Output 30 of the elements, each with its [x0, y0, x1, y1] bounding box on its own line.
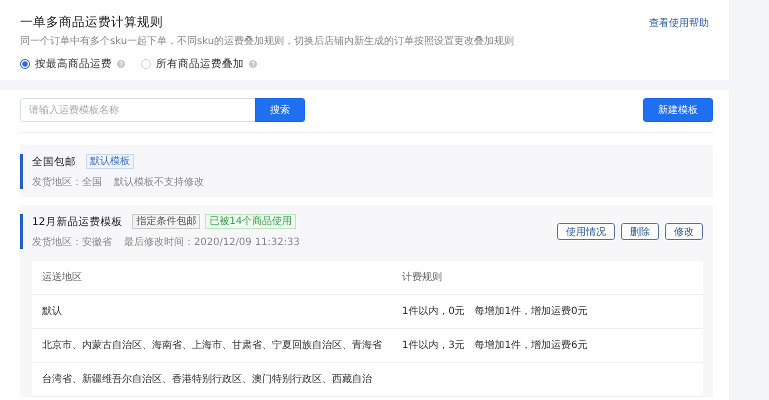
- table-cell: 1件以内，0元 每增加1件，增加运费0元: [402, 306, 588, 317]
- template-meta: 默认模板不支持修改: [114, 176, 204, 189]
- template-name: 12月新品运费模板: [32, 214, 122, 228]
- template-meta: 发货地区：安徽省: [32, 236, 112, 249]
- radio-button[interactable]: [20, 59, 30, 69]
- template-name: 全国包邮: [32, 154, 76, 168]
- rule-title: 一单多商品运费计算规则: [20, 14, 163, 31]
- rule-description: 同一个订单中有多个sku一起下单，不同sku的运费叠加规则，切换后店铺内新生成的订单按照设置更改叠加规则: [20, 34, 516, 48]
- column-header: 计费规则: [401, 270, 443, 285]
- template-tag: 指定条件包邮: [132, 214, 200, 229]
- action-button[interactable]: 修改: [665, 223, 703, 240]
- help-icon: [249, 60, 257, 68]
- table-cell: 1件以内，3元 每增加1件，增加运费6元: [402, 340, 588, 351]
- radio-label[interactable]: 按最高商品运费: [35, 57, 112, 71]
- template-meta: 最后修改时间：2020/12/09 11:32:33: [124, 236, 300, 249]
- search-field[interactable]: 请输入运费模板名称: [20, 98, 255, 122]
- new-template-button[interactable]: 新建模板: [643, 98, 713, 122]
- search-button[interactable]: 搜索: [255, 98, 305, 122]
- action-button[interactable]: 删除: [621, 223, 659, 240]
- help-icon: [117, 60, 125, 68]
- column-header: 运送地区: [41, 270, 83, 285]
- help-link[interactable]: 查看使用帮助: [649, 16, 709, 30]
- table-cell: 默认: [42, 306, 62, 317]
- radio-label[interactable]: 所有商品运费叠加: [156, 57, 244, 71]
- template-tag: 默认模板: [86, 154, 134, 169]
- action-button[interactable]: 使用情况: [557, 223, 615, 240]
- template-meta: 发货地区：全国: [32, 176, 102, 189]
- template-tag: 已被14个商品使用: [205, 214, 296, 229]
- table-cell: 台湾省、新疆维吾尔自治区、香港特别行政区、澳门特别行政区、西藏自治: [42, 374, 372, 385]
- table-cell: 北京市、内蒙古自治区、海南省、上海市、甘肃省、宁夏回族自治区、青海省: [42, 340, 382, 351]
